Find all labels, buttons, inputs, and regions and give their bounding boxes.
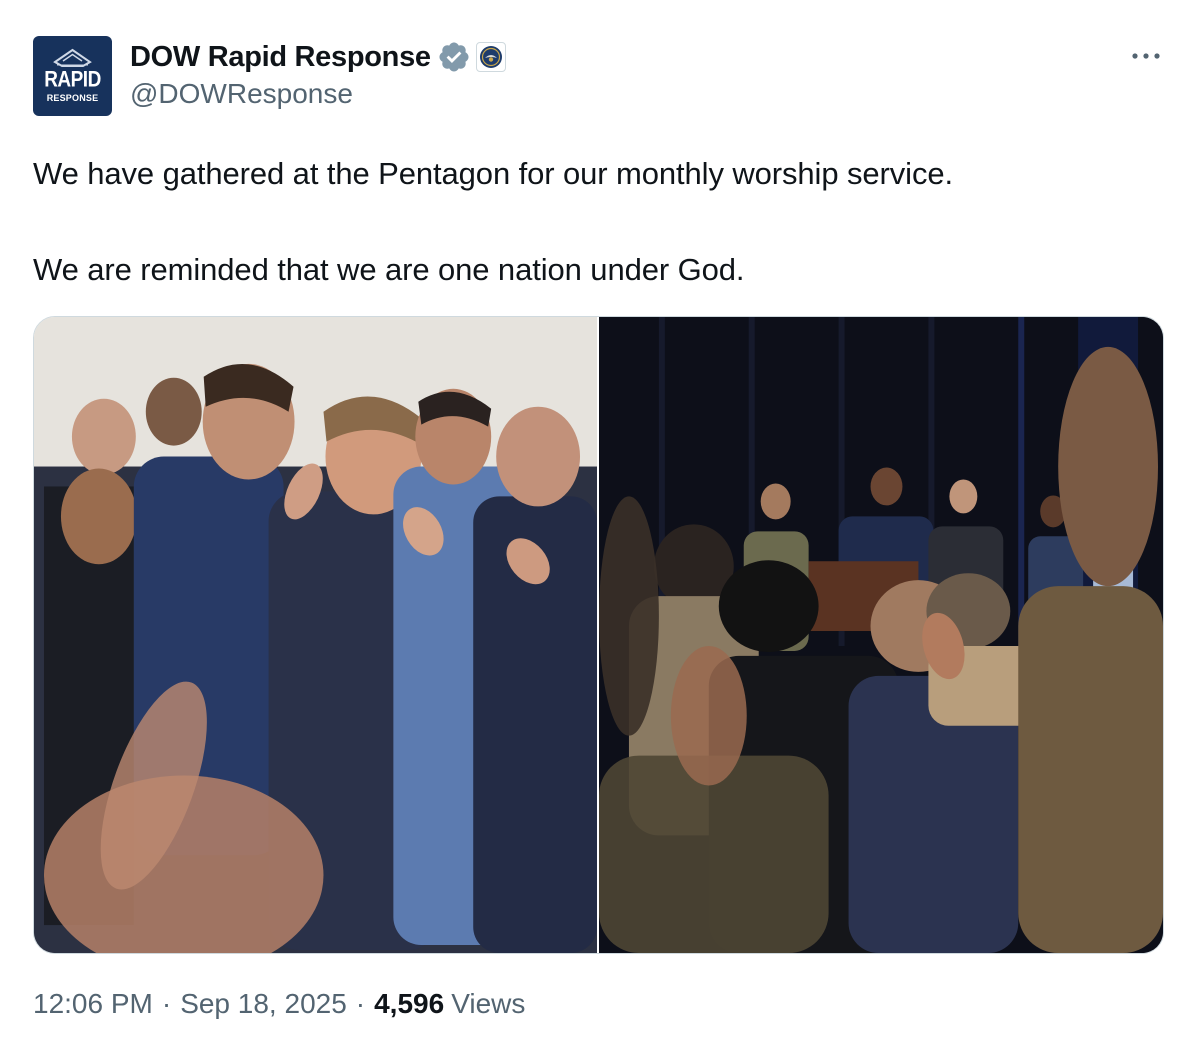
tweet-time[interactable]: 12:06 PM — [33, 988, 153, 1020]
tweet-text: We have gathered at the Pentagon for our… — [33, 150, 1163, 294]
tweet-date[interactable]: Sep 18, 2025 — [180, 988, 347, 1020]
media-grid — [33, 316, 1164, 954]
views-label: Views — [451, 988, 526, 1019]
affiliation-badge-icon[interactable] — [475, 42, 506, 72]
photo-2-illustration — [599, 317, 1163, 953]
verified-badge-icon[interactable] — [437, 40, 471, 74]
tweet-paragraph: We are reminded that we are one nation u… — [33, 252, 745, 287]
avatar[interactable]: RAPID RESPONSE — [33, 36, 112, 116]
photo-1-illustration — [34, 317, 597, 953]
avatar-text-response: RESPONSE — [46, 93, 99, 103]
avatar-text-rapid: RAPID — [44, 68, 101, 93]
meta-separator: · — [355, 988, 366, 1019]
display-name[interactable]: DOW Rapid Response — [130, 41, 431, 74]
meta-separator: · — [161, 988, 172, 1019]
dod-seal-icon — [479, 46, 502, 68]
photo-2[interactable] — [599, 317, 1163, 953]
pentagon-emblem-icon — [53, 48, 92, 67]
tweet-paragraph: We have gathered at the Pentagon for our… — [33, 156, 954, 191]
views-count: 4,596 — [374, 988, 445, 1019]
photo-1[interactable] — [34, 317, 597, 953]
author-handle[interactable]: @DOWResponse — [130, 78, 353, 110]
author-name-row: DOW Rapid Response — [130, 37, 506, 77]
more-options-icon[interactable] — [1128, 44, 1164, 68]
tweet-meta: 12:06 PM · Sep 18, 2025 · 4,596 Views — [33, 988, 525, 1020]
